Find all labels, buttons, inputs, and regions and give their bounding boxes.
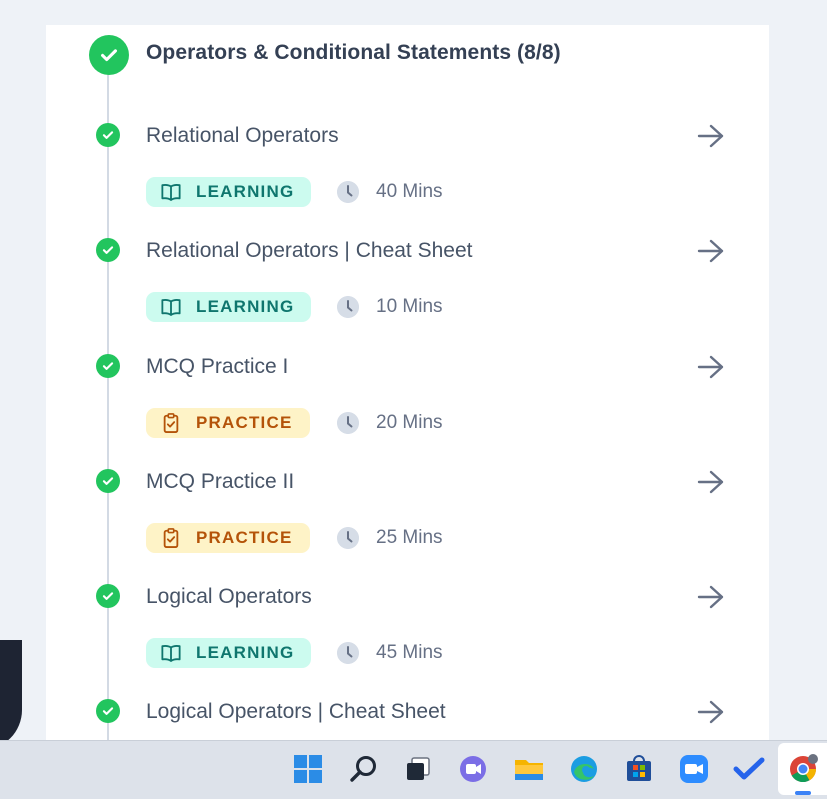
clock-icon <box>337 296 359 318</box>
taskbar <box>0 740 827 799</box>
check-circle-icon <box>96 699 120 723</box>
list-item[interactable]: MCQ Practice I PRACTICE 20 Mins <box>46 354 769 464</box>
book-open-icon <box>161 184 181 201</box>
check-circle-icon <box>96 354 120 378</box>
microsoft-store-icon[interactable] <box>621 751 657 787</box>
badge-label: LEARNING <box>196 297 295 316</box>
edge-browser-icon[interactable] <box>566 751 602 787</box>
item-title[interactable]: Logical Operators <box>146 585 312 609</box>
arrow-right-icon[interactable] <box>696 469 726 495</box>
clipboard-check-icon <box>163 413 179 433</box>
chrome-browser-icon[interactable] <box>785 751 821 787</box>
clock-icon <box>337 527 359 549</box>
duration-text: 40 Mins <box>376 181 443 202</box>
learning-badge: LEARNING <box>146 638 311 668</box>
module-card: Operators & Conditional Statements (8/8)… <box>46 25 769 745</box>
arrow-right-icon[interactable] <box>696 238 726 264</box>
check-circle-icon <box>96 238 120 262</box>
duration-text: 10 Mins <box>376 296 443 317</box>
clipboard-check-icon <box>163 528 179 548</box>
check-circle-icon <box>96 123 120 147</box>
search-icon[interactable] <box>346 751 382 787</box>
section-complete-check-icon <box>89 35 129 75</box>
list-item[interactable]: Logical Operators | Cheat Sheet <box>46 699 769 745</box>
badge-label: LEARNING <box>196 182 295 201</box>
arrow-right-icon[interactable] <box>696 699 726 725</box>
item-title[interactable]: Relational Operators | Cheat Sheet <box>146 239 472 263</box>
item-title[interactable]: Relational Operators <box>146 124 339 148</box>
book-open-icon <box>161 299 181 316</box>
duration-text: 20 Mins <box>376 412 443 433</box>
list-item[interactable]: Relational Operators LEARNING 40 Mins <box>46 123 769 233</box>
badge-label: LEARNING <box>196 643 295 662</box>
check-circle-icon <box>96 584 120 608</box>
windows-start-icon[interactable] <box>290 751 326 787</box>
duration-text: 25 Mins <box>376 527 443 548</box>
arrow-right-icon[interactable] <box>696 584 726 610</box>
arrow-right-icon[interactable] <box>696 354 726 380</box>
learning-badge: LEARNING <box>146 177 311 207</box>
file-explorer-icon[interactable] <box>511 751 547 787</box>
badge-label: PRACTICE <box>196 528 293 547</box>
check-circle-icon <box>96 469 120 493</box>
duration-text: 45 Mins <box>376 642 443 663</box>
teams-chat-icon[interactable] <box>455 751 491 787</box>
item-title[interactable]: MCQ Practice I <box>146 355 288 379</box>
background-corner-shape <box>0 640 22 750</box>
item-title[interactable]: Logical Operators | Cheat Sheet <box>146 700 446 724</box>
zoom-icon[interactable] <box>676 751 712 787</box>
list-item[interactable]: Relational Operators | Cheat Sheet LEARN… <box>46 238 769 348</box>
item-title[interactable]: MCQ Practice II <box>146 470 294 494</box>
list-item[interactable]: MCQ Practice II PRACTICE 25 Mins <box>46 469 769 579</box>
section-title: Operators & Conditional Statements (8/8) <box>146 41 561 64</box>
taskbar-active-indicator <box>795 791 811 795</box>
task-view-icon[interactable] <box>400 751 436 787</box>
list-item[interactable]: Logical Operators LEARNING 45 Mins <box>46 584 769 694</box>
clock-icon <box>337 412 359 434</box>
clock-icon <box>337 642 359 664</box>
book-open-icon <box>161 645 181 662</box>
arrow-right-icon[interactable] <box>696 123 726 149</box>
badge-label: PRACTICE <box>196 413 293 432</box>
learning-badge: LEARNING <box>146 292 311 322</box>
practice-badge: PRACTICE <box>146 408 310 438</box>
todo-checkmark-icon[interactable] <box>731 751 767 787</box>
clock-icon <box>337 181 359 203</box>
practice-badge: PRACTICE <box>146 523 310 553</box>
